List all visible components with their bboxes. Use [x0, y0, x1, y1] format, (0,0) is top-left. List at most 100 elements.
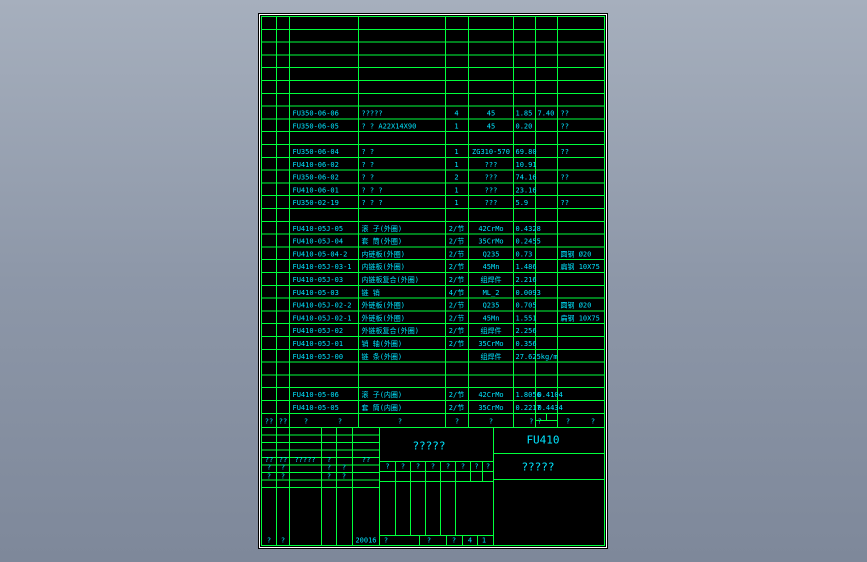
part-name: ? ? ?: [362, 186, 383, 194]
part-material: ???: [485, 199, 498, 207]
unit-weight: 23.16: [516, 186, 537, 194]
part-qty: 2/节: [449, 250, 464, 258]
part-qty: 2: [454, 174, 458, 182]
part-qty: 2/节: [449, 238, 464, 246]
unit-weight: 1.85: [516, 110, 533, 118]
total-weight: 0.4104: [538, 391, 563, 399]
header-label: ?: [338, 417, 342, 425]
scale-cell-text: ?: [446, 462, 450, 470]
tb-label: ?: [267, 463, 271, 471]
part-code: FU410-05J-01: [293, 340, 344, 348]
part-name: 内链板(外圈): [362, 249, 405, 258]
part-code: FU350-06-04: [293, 148, 339, 156]
part-material: 组焊件: [481, 326, 502, 335]
header-label: ? ?: [529, 417, 542, 425]
unit-weight: 1.551: [516, 314, 537, 322]
part-qty: 1: [454, 122, 458, 130]
part-note: 圆钢 Ø20: [561, 249, 592, 258]
part-name: 链 销: [362, 288, 380, 297]
part-qty: 2/节: [449, 327, 464, 335]
part-material: ???: [485, 186, 498, 194]
unit-weight: 0.356: [516, 340, 537, 348]
part-qty: 4/节: [449, 289, 464, 297]
total-weight: 7.40: [538, 110, 555, 118]
part-name: ? ?: [362, 148, 375, 156]
part-note: ??: [561, 199, 569, 207]
part-name: 滚 子(内圈): [362, 390, 403, 399]
unit-weight: 69.80: [516, 148, 537, 156]
unit-weight: 2.216: [516, 276, 537, 284]
tb-label: ?: [384, 537, 388, 545]
scale-cell-text: ?: [486, 462, 490, 470]
part-code: FU410-05J-04: [293, 238, 344, 246]
unit-weight: 27.625kg/m: [516, 353, 558, 361]
part-name: 外链板(外圈): [362, 313, 405, 322]
part-note: ??: [561, 122, 569, 130]
part-material: 35CrMo: [478, 340, 503, 348]
bom-table-drawing: FU350-06-06????? 4 45 1.85 7.40 ?? FU350-06-05…: [259, 14, 607, 548]
part-name: 外链板复合(外圈): [362, 326, 419, 335]
scale-cell-text: ?: [416, 462, 420, 470]
scale-cell-text: ?: [401, 462, 405, 470]
part-material: 45: [487, 122, 495, 130]
tb-label: ?: [267, 472, 271, 480]
drawing-code: FU410: [526, 433, 559, 446]
tb-label: ?: [281, 463, 285, 471]
part-name: 套 筒(内圈): [362, 403, 403, 412]
tb-label: ?: [281, 472, 285, 480]
scale-cell-text: ?: [461, 462, 465, 470]
part-qty: 1: [454, 186, 458, 194]
part-name: 销 轴(外圈): [362, 339, 403, 348]
scale-cell-text: ?: [474, 462, 478, 470]
scale-cell-text: ?: [431, 462, 435, 470]
drawing-sheet: FU350-06-06????? 4 45 1.85 7.40?? FU350-06-05…: [258, 13, 608, 549]
part-qty: 1: [454, 148, 458, 156]
part-qty: 1: [454, 199, 458, 207]
part-qty: 2/节: [449, 225, 464, 233]
tb-label: ?: [327, 472, 331, 480]
part-note: 扁钢 10X75: [561, 313, 600, 322]
unit-weight: 5.9: [516, 199, 529, 207]
part-name: ? ? ?: [362, 199, 383, 207]
part-material: 45Mn: [483, 314, 500, 322]
part-name: 滚 子(外圈): [362, 224, 403, 233]
part-material: 35CrMo: [478, 238, 503, 246]
unit-weight: 0.2455: [516, 238, 541, 246]
part-code: FU350-06-02: [293, 174, 339, 182]
unit-weight: 0.73: [516, 250, 533, 258]
part-code: FU410-05J-03-1: [293, 263, 352, 271]
tb-label: ?: [452, 537, 456, 545]
header-label: ?: [398, 417, 402, 425]
header-label: ?: [304, 417, 308, 425]
part-name: 内链板复合(外圈): [362, 275, 419, 284]
unit-weight: 1.486: [516, 263, 537, 271]
part-code: FU410-05-05: [293, 404, 339, 412]
part-qty: 2/节: [449, 276, 464, 284]
header-label: ?: [489, 417, 493, 425]
part-material: 45Mn: [483, 263, 500, 271]
part-code: FU410-06-02: [293, 161, 339, 169]
unit-weight: 74.16: [516, 174, 537, 182]
part-code: FU410-05J-02-2: [293, 302, 352, 310]
part-qty: 4: [454, 110, 458, 118]
part-code: FU410-05-03: [293, 289, 339, 297]
part-qty: 2/节: [449, 263, 464, 271]
unit-weight: 0.20: [516, 122, 533, 130]
tb-label: 1: [482, 537, 486, 545]
part-material: 组焊件: [481, 352, 502, 361]
part-material: Q235: [483, 302, 500, 310]
part-name: ? ?: [362, 174, 375, 182]
part-material: 42CrMo: [478, 225, 503, 233]
part-code: FU350-02-19: [293, 199, 339, 207]
header-label: ?: [455, 417, 459, 425]
part-material: ZG310-570: [472, 148, 510, 156]
part-material: 45: [487, 110, 495, 118]
unit-weight: 10.91: [516, 161, 537, 169]
part-qty: 2/节: [449, 391, 464, 399]
header-label: ??: [265, 417, 273, 425]
part-note: 扁钢 10X75: [561, 262, 600, 271]
part-material: ???: [485, 161, 498, 169]
part-qty: 2/节: [449, 340, 464, 348]
header-label: ?: [566, 417, 570, 425]
total-weight: 0.4434: [538, 404, 563, 412]
